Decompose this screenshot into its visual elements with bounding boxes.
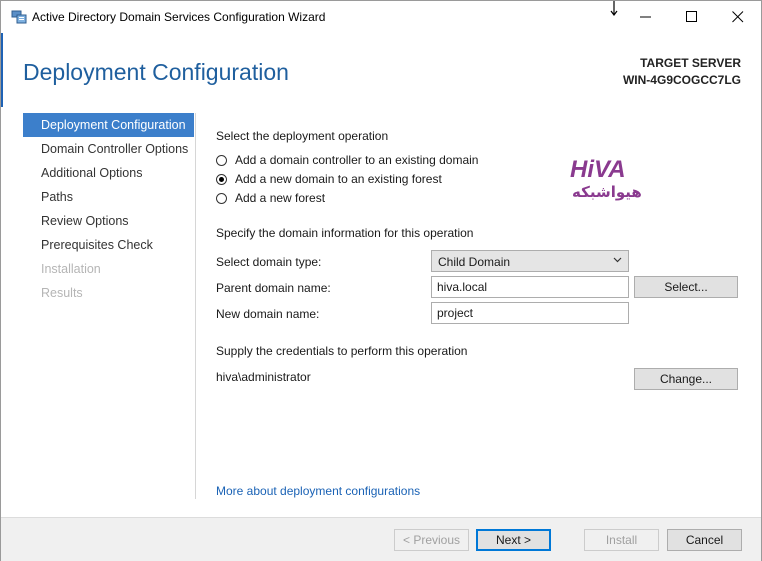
nav-item-domain-controller-options[interactable]: Domain Controller Options [23, 137, 194, 161]
domain-info-heading: Specify the domain information for this … [216, 226, 474, 240]
domain-type-dropdown[interactable]: Child Domain [431, 250, 629, 272]
window-title: Active Directory Domain Services Configu… [32, 10, 326, 24]
change-credentials-button[interactable]: Change... [634, 368, 738, 390]
domain-type-value: Child Domain [438, 255, 511, 269]
radio-button[interactable] [216, 154, 227, 166]
ad-server-icon [11, 10, 27, 24]
window-edge-accent [1, 33, 3, 107]
parent-domain-field[interactable]: hiva.local [431, 276, 629, 298]
radio-button[interactable] [216, 192, 227, 204]
wizard-steps-nav: Deployment Configuration Domain Controll… [23, 113, 194, 305]
nav-divider [195, 113, 196, 499]
nav-item-deployment-configuration[interactable]: Deployment Configuration [23, 113, 194, 137]
parent-domain-label: Parent domain name: [216, 281, 331, 295]
target-server-label: TARGET SERVER [640, 56, 741, 70]
wizard-window: Active Directory Domain Services Configu… [0, 0, 762, 561]
watermark-text: HiVA [570, 156, 626, 183]
new-domain-label: New domain name: [216, 307, 320, 321]
radio-button-selected[interactable] [216, 173, 227, 185]
page-title: Deployment Configuration [23, 59, 289, 85]
nav-item-additional-options[interactable]: Additional Options [23, 161, 194, 185]
more-about-deployment-link[interactable]: More about deployment configurations [216, 484, 420, 498]
minimize-button[interactable] [623, 1, 669, 33]
radio-new-forest[interactable]: Add a new forest [216, 190, 325, 206]
cancel-button[interactable]: Cancel [667, 529, 742, 551]
new-domain-field[interactable]: project [431, 302, 629, 324]
radio-existing-domain[interactable]: Add a domain controller to an existing d… [216, 152, 478, 168]
credentials-heading: Supply the credentials to perform this o… [216, 344, 468, 358]
radio-label: Add a domain controller to an existing d… [235, 153, 479, 167]
domain-type-label: Select domain type: [216, 255, 322, 269]
title-bar[interactable]: Active Directory Domain Services Configu… [1, 1, 761, 33]
next-button[interactable]: Next > [476, 529, 551, 551]
wizard-footer: < Previous Next > Install Cancel [1, 517, 761, 561]
nav-item-review-options[interactable]: Review Options [23, 209, 194, 233]
credentials-user: hiva\administrator [216, 370, 311, 384]
nav-item-results: Results [41, 286, 83, 300]
maximize-icon [686, 11, 697, 22]
radio-label: Add a new domain to an existing forest [235, 172, 442, 186]
chevron-down-icon [613, 257, 622, 263]
maximize-button[interactable] [669, 1, 715, 33]
hiva-watermark-logo: HiVA هیواشبکه [568, 153, 648, 205]
nav-item-installation: Installation [41, 262, 101, 276]
install-button: Install [584, 529, 659, 551]
previous-button: < Previous [394, 529, 469, 551]
resize-cursor-icon [610, 1, 618, 16]
radio-new-domain-existing-forest[interactable]: Add a new domain to an existing forest [216, 171, 442, 187]
nav-item-paths[interactable]: Paths [23, 185, 194, 209]
close-button[interactable] [715, 1, 761, 33]
minimize-icon [640, 16, 651, 18]
watermark-subtext: هیواشبکه [572, 183, 642, 201]
radio-label: Add a new forest [235, 191, 326, 205]
close-icon [732, 11, 744, 23]
target-server-name: WIN-4G9COGCC7LG [622, 73, 741, 87]
select-button[interactable]: Select... [634, 276, 738, 298]
nav-item-prerequisites-check[interactable]: Prerequisites Check [23, 233, 194, 257]
operation-heading: Select the deployment operation [216, 129, 389, 143]
